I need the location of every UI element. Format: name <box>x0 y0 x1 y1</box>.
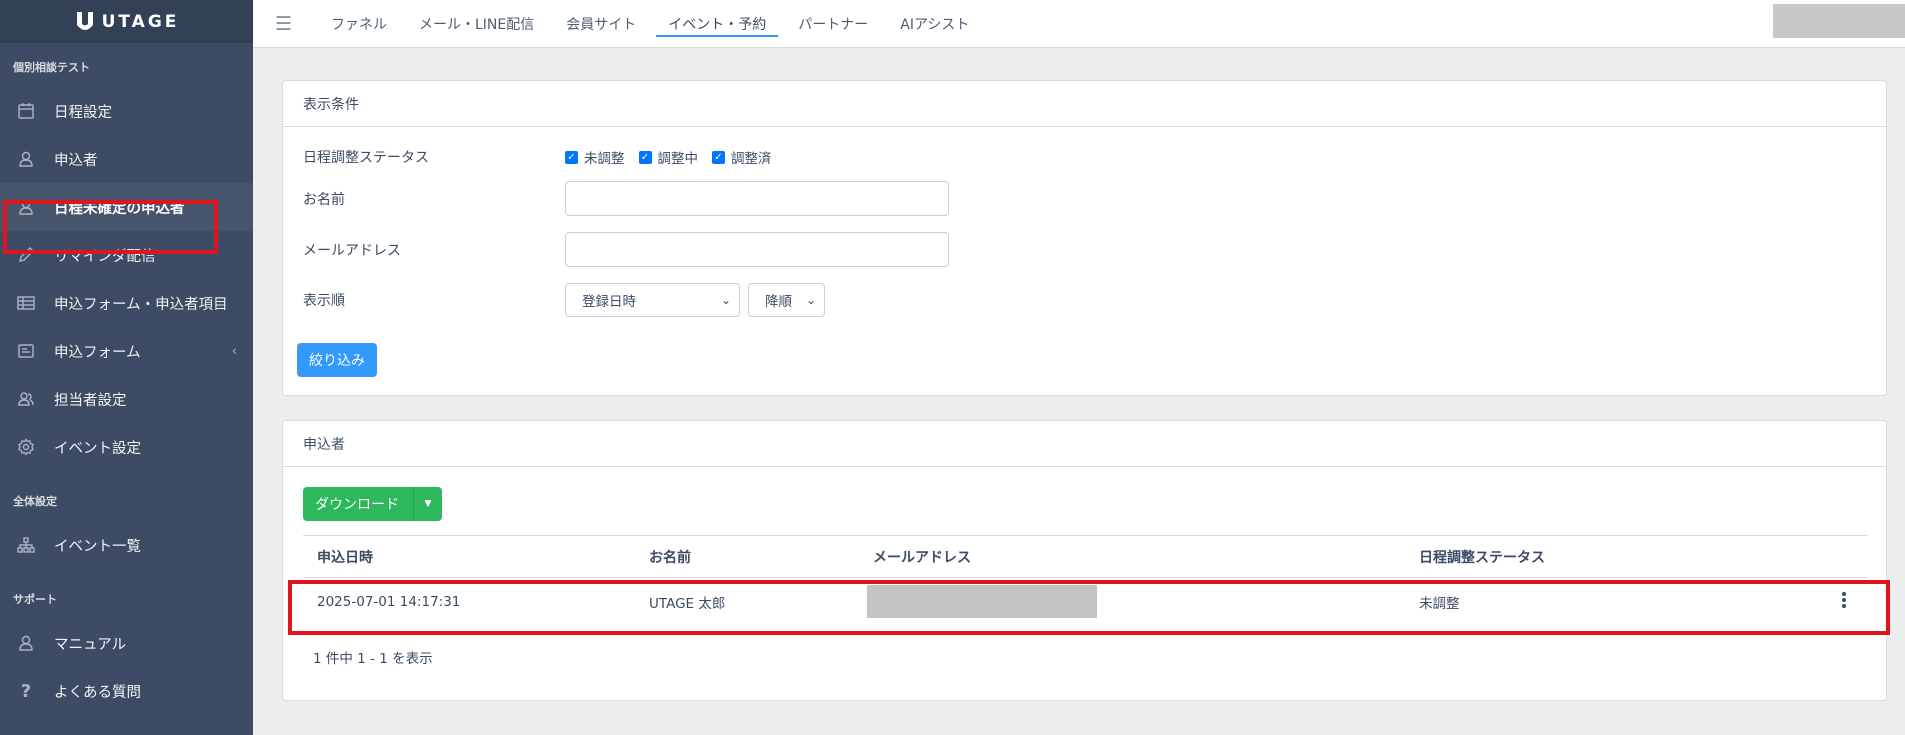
sidebar-item-label: イベント一覧 <box>54 538 141 555</box>
sidebar-item-forms[interactable]: 申込フォーム ‹ <box>0 327 253 375</box>
email-filter-row: メールアドレス <box>303 232 949 267</box>
sidebar-item-label: 日程設定 <box>54 104 112 121</box>
applicants-table: 申込日時 お名前 メールアドレス 日程調整ステータス 2025-07-01 14… <box>303 535 1868 625</box>
name-filter-row: お名前 <box>303 181 949 216</box>
chevron-down-icon: ⌄ <box>805 293 816 307</box>
download-button[interactable]: ダウンロード ▼ <box>303 487 442 521</box>
sidebar-section-title: 全体設定 <box>13 495 57 508</box>
filter-card-title: 表示条件 <box>283 81 1886 127</box>
email-filter-label: メールアドレス <box>303 242 401 259</box>
status-checkbox-adjusting[interactable]: ✓ 調整中 <box>638 147 698 167</box>
sidebar-section-title: 個別相談テスト <box>13 61 90 74</box>
tab-partner[interactable]: パートナー <box>782 0 884 47</box>
account-menu-masked[interactable] <box>1773 4 1905 38</box>
user-icon <box>16 633 36 653</box>
table-header: 申込日時 お名前 メールアドレス 日程調整ステータス <box>303 535 1868 577</box>
tab-ai-assist[interactable]: AIアシスト <box>884 0 985 47</box>
users-icon <box>16 389 36 409</box>
column-header: お名前 <box>649 549 691 566</box>
table-icon <box>16 293 36 313</box>
sidebar-item-label: 申込者 <box>54 152 98 169</box>
tab-funnel[interactable]: ファネル <box>315 0 403 47</box>
column-header: メールアドレス <box>873 549 971 566</box>
name-cell: UTAGE 太郎 <box>649 595 726 612</box>
brand-name: UTAGE <box>101 11 180 32</box>
top-navigation-bar: ☰ ファネル メール・LINE配信 会員サイト イベント・予約 パートナー AI… <box>253 0 1905 48</box>
checkbox-checked-icon: ✓ <box>638 150 652 164</box>
sidebar-item-label: よくある質問 <box>54 684 141 701</box>
status-checkbox-adjusted[interactable]: ✓ 調整済 <box>712 147 772 167</box>
sidebar-item-unscheduled-applicants[interactable]: 日程未確定の申込者 <box>0 183 253 231</box>
user-icon <box>16 197 36 217</box>
tab-event-booking[interactable]: イベント・予約 <box>652 0 782 47</box>
status-checkbox-unadjusted[interactable]: ✓ 未調整 <box>565 147 625 167</box>
order-direction-select[interactable]: 降順 ⌄ <box>748 283 825 317</box>
sidebar-item-label: 日程未確定の申込者 <box>54 200 185 217</box>
sidebar-item-applicants[interactable]: 申込者 <box>0 135 253 183</box>
applied-date-cell: 2025-07-01 14:17:31 <box>317 593 461 610</box>
status-filter-row: 日程調整ステータス ✓ 未調整 ✓ 調整中 ✓ 調整済 <box>303 147 772 167</box>
form-icon <box>16 341 36 361</box>
sitemap-icon <box>16 535 36 555</box>
brand-logo[interactable]: UTAGE <box>0 0 253 43</box>
sidebar-item-faq[interactable]: ? よくある質問 <box>0 667 253 715</box>
tab-member-site[interactable]: 会員サイト <box>550 0 652 47</box>
sidebar-item-manual[interactable]: マニュアル <box>0 619 253 667</box>
gear-icon <box>16 437 36 457</box>
checkbox-checked-icon: ✓ <box>712 150 725 164</box>
column-header: 申込日時 <box>317 549 373 566</box>
chevron-down-icon: ⌄ <box>720 293 731 307</box>
applicants-card-title: 申込者 <box>283 421 1886 467</box>
hamburger-menu-icon[interactable]: ☰ <box>275 13 315 35</box>
question-icon: ? <box>20 680 32 702</box>
user-icon <box>16 149 36 169</box>
email-cell <box>867 585 1419 618</box>
sidebar: UTAGE 個別相談テスト 日程設定 申込者 日程未確定の申込者 リマインダ配信… <box>0 0 253 735</box>
pagination-info: 1 件中 1 - 1 を表示 <box>313 651 433 667</box>
checkbox-checked-icon: ✓ <box>565 150 578 164</box>
status-filter-label: 日程調整ステータス <box>303 150 429 166</box>
applicants-card: 申込者 ダウンロード ▼ 申込日時 お名前 メールアドレス 日程調整ステータス … <box>282 420 1887 701</box>
sidebar-item-form-fields[interactable]: 申込フォーム・申込者項目 <box>0 279 253 327</box>
table-row[interactable]: 2025-07-01 14:17:31 UTAGE 太郎 未調整 <box>303 577 1868 625</box>
sidebar-item-event-settings[interactable]: イベント設定 <box>0 423 253 471</box>
sidebar-item-staff[interactable]: 担当者設定 <box>0 375 253 423</box>
name-input[interactable] <box>565 181 949 216</box>
order-field-select[interactable]: 登録日時 ⌄ <box>565 283 740 317</box>
sidebar-item-reminder[interactable]: リマインダ配信 <box>0 231 253 279</box>
chevron-left-icon: ‹ <box>231 343 237 359</box>
sidebar-section-title: サポート <box>13 593 57 606</box>
status-cell: 未調整 <box>1419 595 1460 612</box>
column-header: 日程調整ステータス <box>1419 549 1545 566</box>
sidebar-item-label: 申込フォーム <box>54 344 141 361</box>
tab-mail-line[interactable]: メール・LINE配信 <box>403 0 550 47</box>
sidebar-item-label: 担当者設定 <box>54 392 127 409</box>
order-filter-row: 表示順 登録日時 ⌄ 降順 ⌄ <box>303 283 833 317</box>
sidebar-item-label: マニュアル <box>54 636 127 653</box>
email-input[interactable] <box>565 232 949 267</box>
calendar-icon <box>16 101 36 121</box>
sidebar-item-label: イベント設定 <box>54 440 141 457</box>
sidebar-item-label: リマインダ配信 <box>54 248 156 265</box>
order-filter-label: 表示順 <box>303 293 345 309</box>
name-filter-label: お名前 <box>303 191 345 208</box>
sidebar-item-event-list[interactable]: イベント一覧 <box>0 521 253 569</box>
caret-down-icon[interactable]: ▼ <box>413 487 442 521</box>
email-masked <box>867 585 1097 618</box>
sidebar-item-label: 申込フォーム・申込者項目 <box>54 296 228 313</box>
filter-card: 表示条件 日程調整ステータス ✓ 未調整 ✓ 調整中 ✓ 調整済 お名前 メールアドレ… <box>282 80 1887 396</box>
filter-submit-button[interactable]: 絞り込み <box>297 343 377 377</box>
top-nav-tabs: ファネル メール・LINE配信 会員サイト イベント・予約 パートナー AIアシ… <box>315 0 985 47</box>
pencil-icon <box>16 245 36 265</box>
sidebar-item-schedule[interactable]: 日程設定 <box>0 87 253 135</box>
more-options-icon[interactable] <box>1842 592 1846 608</box>
utage-logo-icon <box>74 10 96 34</box>
